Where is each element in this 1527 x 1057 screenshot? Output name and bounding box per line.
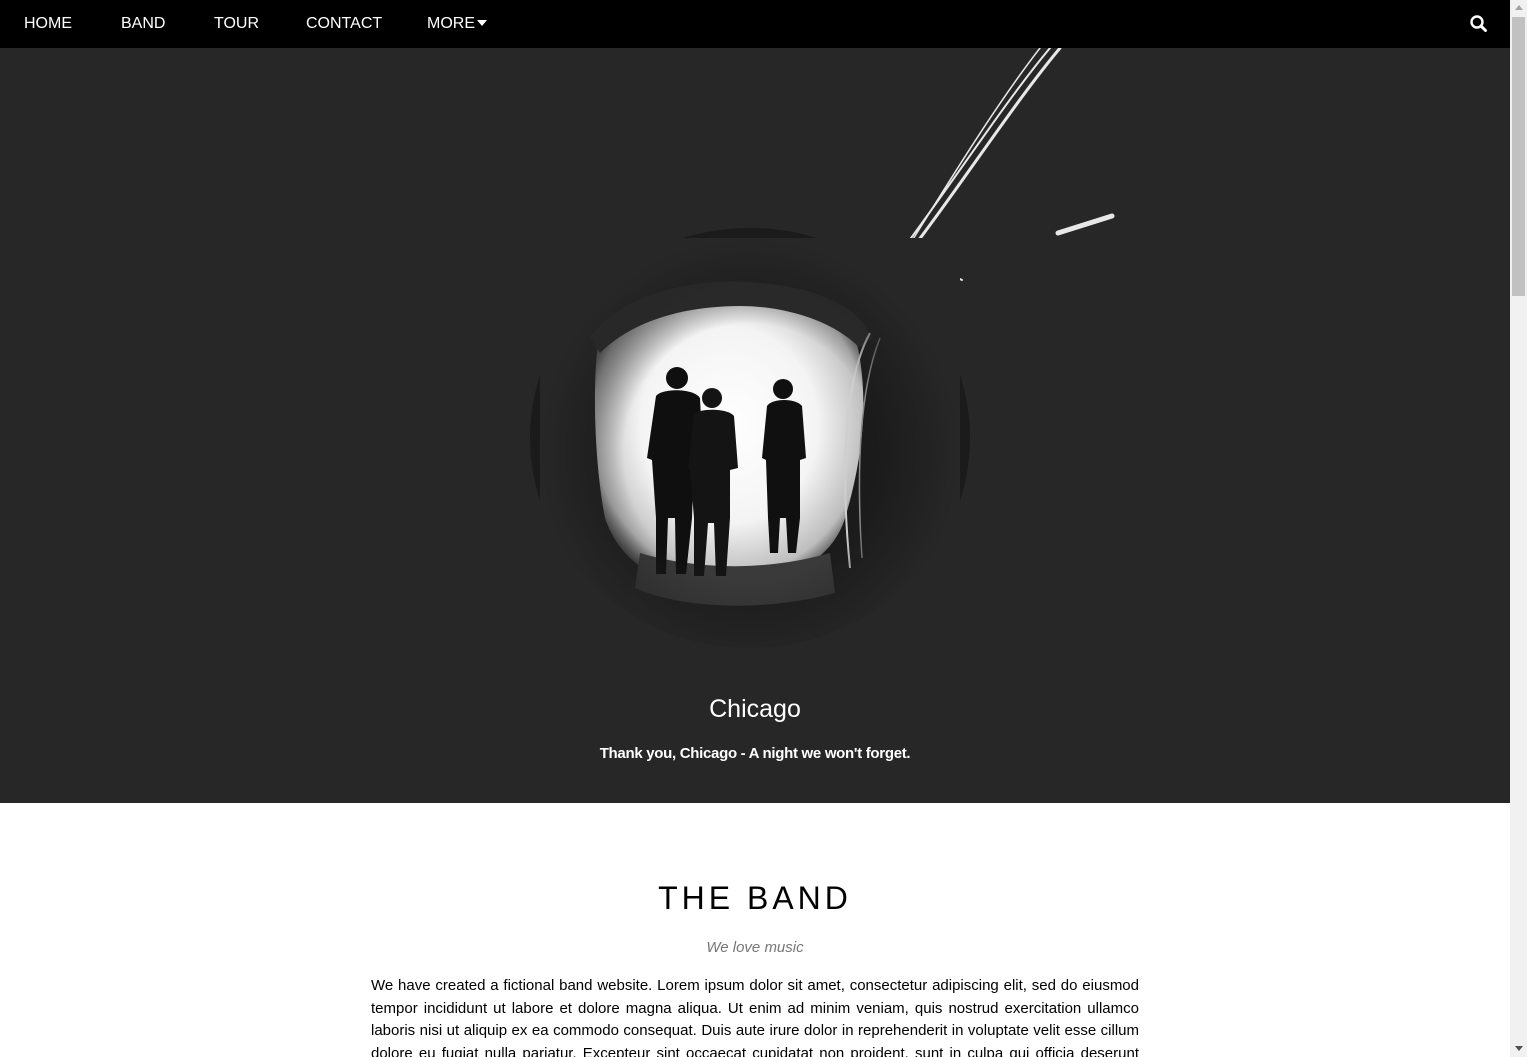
band-description-text: We have created a fictional band website… xyxy=(371,977,1139,1057)
nav-more-dropdown[interactable]: MORE xyxy=(427,0,487,48)
nav-tour-link[interactable]: TOUR xyxy=(214,0,259,48)
scrollbar-thumb[interactable] xyxy=(1512,17,1525,296)
nav-more-label: MORE xyxy=(427,15,475,32)
vertical-scrollbar[interactable] xyxy=(1510,0,1527,1057)
scroll-up-arrow-icon[interactable] xyxy=(1515,5,1523,10)
hero-slide: Chicago Thank you, Chicago - A night we … xyxy=(0,48,1510,803)
hero-photo-image xyxy=(530,48,1115,648)
search-icon[interactable] xyxy=(1466,12,1490,36)
top-navbar: HOME BAND TOUR CONTACT MORE xyxy=(0,0,1510,48)
nav-home-link[interactable]: HOME xyxy=(24,0,72,48)
page: HOME BAND TOUR CONTACT MORE Chicago Than… xyxy=(0,0,1510,1057)
hero-subtitle: Thank you, Chicago - A night we won't fo… xyxy=(599,745,911,762)
hero-title: Chicago xyxy=(709,695,801,723)
nav-band-link[interactable]: BAND xyxy=(121,0,165,48)
band-section-tagline: We love music xyxy=(706,939,804,956)
scroll-down-arrow-icon[interactable] xyxy=(1515,1046,1523,1051)
nav-contact-link[interactable]: CONTACT xyxy=(306,0,382,48)
band-section-heading: THE BAND xyxy=(658,880,852,916)
caret-down-icon xyxy=(477,20,487,26)
